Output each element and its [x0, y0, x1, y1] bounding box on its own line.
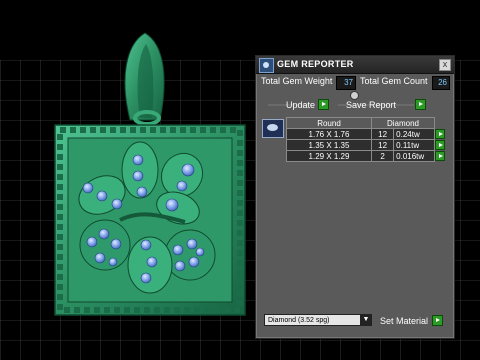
total-gem-weight-value: 37	[336, 76, 356, 90]
gem-size: 1.29 X 1.29	[286, 150, 372, 162]
gem-size: 1.35 X 1.35	[286, 139, 372, 151]
gem-weight: 0.24tw	[393, 128, 435, 140]
update-button[interactable]	[318, 99, 329, 110]
title-bar[interactable]: GEM REPORTER x	[256, 56, 454, 74]
table-header-material: Diamond	[371, 117, 435, 129]
gem-reporter-app-icon	[259, 58, 274, 73]
set-material-button[interactable]	[432, 315, 443, 326]
material-dropdown[interactable]: Diamond (3.52 spg)	[264, 314, 368, 326]
total-gem-count-value: 26	[432, 76, 450, 90]
table-row: 1.76 X 1.76 12 0.24tw	[286, 128, 448, 140]
total-gem-weight-label: Total Gem Weight	[261, 76, 333, 86]
set-material-label: Set Material	[380, 316, 429, 326]
total-gem-count-label: Total Gem Count	[360, 76, 428, 86]
dropdown-arrow-icon[interactable]: ▼	[360, 314, 372, 326]
row-select-button[interactable]	[435, 129, 445, 139]
gem-count: 2	[370, 150, 395, 162]
pendant-bail	[124, 32, 165, 126]
gem-reporter-panel: GEM REPORTER x Total Gem Weight 37 Total…	[255, 55, 455, 339]
close-button[interactable]: x	[439, 59, 451, 71]
panel-title: GEM REPORTER	[277, 59, 354, 69]
save-report-label: Save Report	[346, 100, 397, 110]
table-row: 1.29 X 1.29 2 0.016tw	[286, 150, 448, 162]
save-report-button[interactable]	[415, 99, 426, 110]
gem-table: Round Diamond 1.76 X 1.76 12 0.24tw 1.35…	[286, 117, 448, 162]
update-label: Update	[286, 100, 316, 110]
gem-size: 1.76 X 1.76	[286, 128, 372, 140]
table-row: 1.35 X 1.35 12 0.11tw	[286, 139, 448, 151]
gem-weight: 0.11tw	[393, 139, 435, 151]
gem-count: 12	[370, 128, 395, 140]
gem-shape-icon	[262, 119, 284, 138]
gem-count: 12	[370, 139, 395, 151]
collapse-toggle[interactable]	[350, 91, 359, 100]
row-select-button[interactable]	[435, 140, 445, 150]
table-header-shape: Round	[286, 117, 372, 129]
row-select-button[interactable]	[435, 151, 445, 161]
gem-weight: 0.016tw	[393, 150, 435, 162]
